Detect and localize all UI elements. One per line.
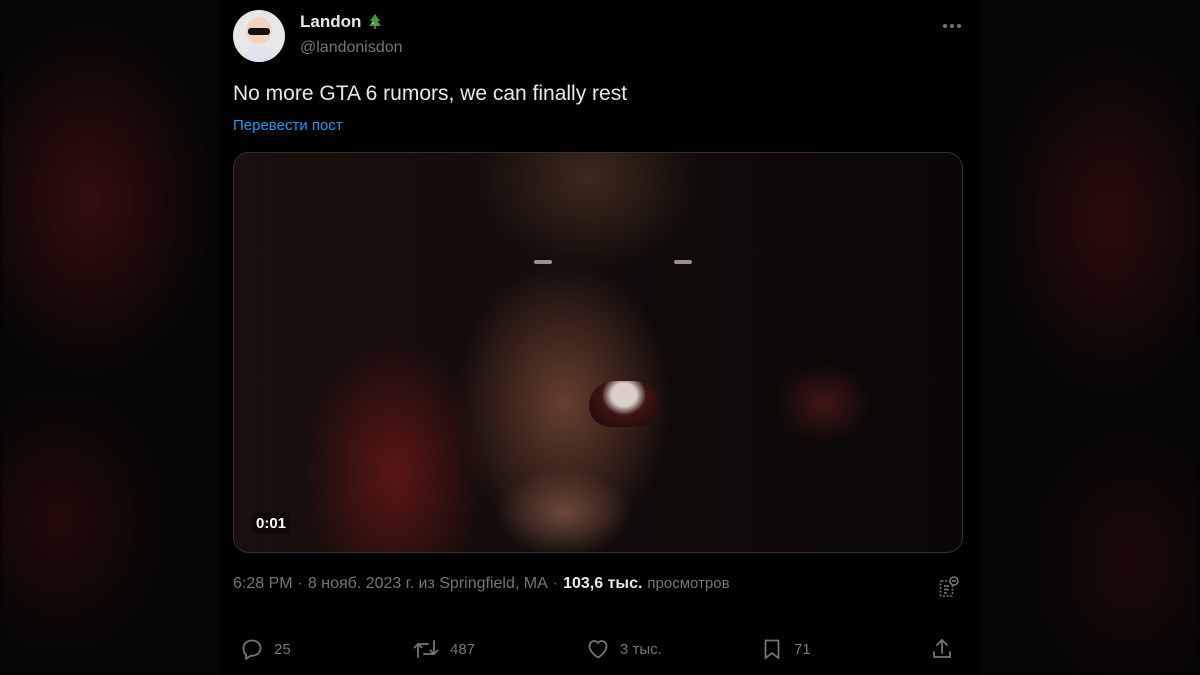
- video-frame-hair: [474, 153, 704, 273]
- tweet-header: Landon @landonisdon: [233, 10, 966, 62]
- author-name-row: Landon: [300, 12, 383, 32]
- like-count: 3 тыс.: [620, 640, 662, 658]
- translate-post-link[interactable]: Перевести пост: [233, 117, 343, 134]
- avatar-shirt: [241, 46, 277, 62]
- tweet-time[interactable]: 6:28 PM: [233, 575, 293, 593]
- views-count: 103,6 тыс.: [563, 575, 643, 592]
- analytics-icon[interactable]: [937, 575, 961, 599]
- share-icon: [933, 639, 951, 658]
- tweet-meta: 6:28 PM · 8 нояб. 2023 г. из Springfield…: [233, 575, 730, 593]
- retweet-icon: [413, 640, 439, 658]
- author-display-name[interactable]: Landon: [300, 12, 361, 32]
- reply-button[interactable]: 25: [240, 637, 291, 661]
- tweet-actions: 25 487 3 тыс. 71: [240, 637, 960, 667]
- heart-icon: [588, 640, 608, 659]
- retweet-button[interactable]: 487: [412, 637, 475, 661]
- tweet-date-source[interactable]: 8 нояб. 2023 г. из Springfield, MA: [308, 575, 548, 593]
- christmas-tree-icon: [367, 13, 383, 31]
- bookmark-button[interactable]: 71: [760, 637, 811, 661]
- views-label: просмотров: [647, 575, 730, 592]
- video-player[interactable]: 0:01: [233, 152, 963, 553]
- more-options-icon[interactable]: [938, 16, 966, 36]
- share-button[interactable]: [930, 637, 954, 661]
- author-handle[interactable]: @landonisdon: [300, 39, 403, 57]
- retweet-count: 487: [450, 640, 476, 658]
- video-frame-mouth: [589, 381, 659, 427]
- video-timecode: 0:01: [252, 513, 291, 534]
- tweet-card: Landon @landonisdon No more GTA 6 rumors…: [220, 0, 980, 675]
- avatar[interactable]: [233, 10, 285, 62]
- bookmark-count: 71: [794, 640, 811, 658]
- meta-separator: ·: [297, 575, 303, 592]
- meta-separator-2: ·: [552, 575, 559, 592]
- like-button[interactable]: 3 тыс.: [586, 637, 662, 661]
- reply-icon: [242, 639, 262, 661]
- reply-count: 25: [274, 640, 291, 658]
- avatar-sunglasses: [248, 28, 270, 35]
- video-frame-eye-left: [534, 260, 552, 264]
- video-frame-eye-right: [674, 260, 692, 264]
- bookmark-icon: [764, 639, 780, 659]
- tweet-text: No more GTA 6 rumors, we can finally res…: [233, 82, 628, 105]
